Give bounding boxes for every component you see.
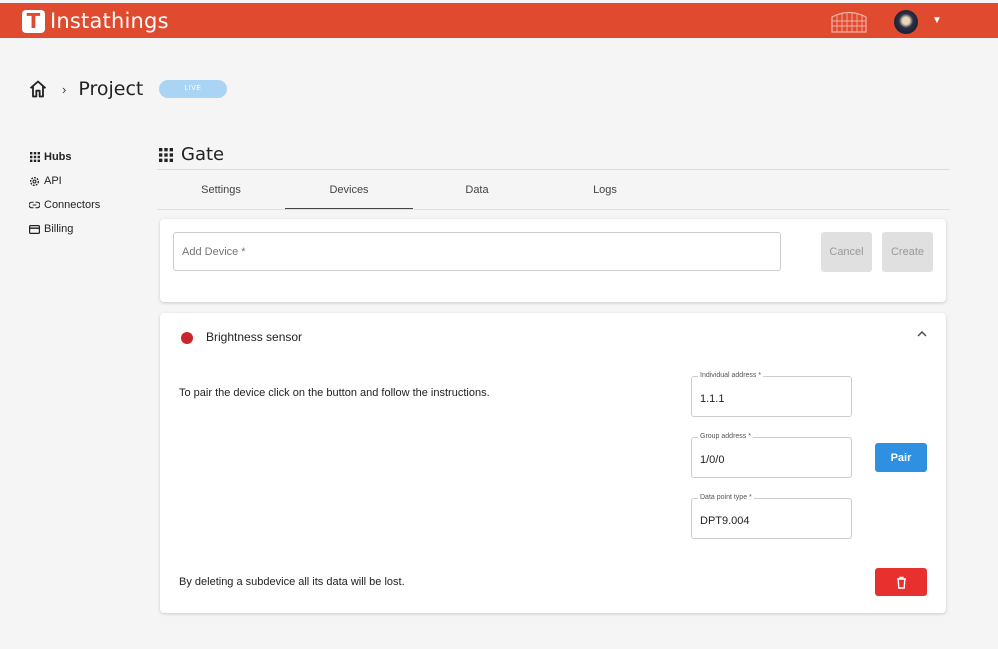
status-badge: LIVE [159, 80, 227, 98]
top-bar: T Instathings ▼ [0, 3, 998, 38]
divider [157, 209, 950, 210]
data-point-type-field[interactable]: Data point type * DPT9.004 [691, 494, 852, 539]
sidebar-item-label: Connectors [44, 199, 101, 211]
sidebar-item-label: API [44, 175, 62, 187]
individual-address-field[interactable]: Individual address * 1.1.1 [691, 372, 852, 417]
delete-button[interactable] [875, 568, 927, 596]
sidebar-item-hubs[interactable]: Hubs [29, 145, 100, 169]
field-value: 1/0/0 [700, 454, 725, 466]
cancel-button[interactable]: Cancel [821, 232, 872, 272]
hub-header: Gate [159, 144, 224, 165]
home-icon[interactable] [28, 79, 48, 99]
grid-icon [159, 147, 173, 162]
colosseum-icon [831, 11, 867, 33]
trash-icon [896, 576, 906, 589]
group-address-field[interactable]: Group address * 1/0/0 [691, 433, 852, 478]
device-card: Brightness sensor To pair the device cli… [160, 313, 946, 613]
pair-button[interactable]: Pair [875, 443, 927, 472]
card-icon [29, 224, 40, 235]
sidebar-item-api[interactable]: API [29, 169, 100, 193]
tab-data[interactable]: Data [413, 176, 541, 209]
chevron-down-icon[interactable]: ▼ [932, 15, 942, 26]
add-device-card: Cancel Create [160, 219, 946, 302]
tab-bar: Settings Devices Data Logs [157, 176, 669, 209]
hub-title: Gate [181, 144, 225, 165]
sidebar-item-label: Hubs [44, 151, 72, 163]
tab-logs[interactable]: Logs [541, 176, 669, 209]
pair-instructions: To pair the device click on the button a… [179, 387, 490, 399]
field-label: Group address * [698, 433, 753, 440]
link-icon [29, 200, 40, 211]
sidebar-item-connectors[interactable]: Connectors [29, 193, 100, 217]
sidebar-item-billing[interactable]: Billing [29, 217, 100, 241]
field-label: Data point type * [698, 494, 754, 501]
field-value: DPT9.004 [700, 515, 750, 527]
user-avatar[interactable] [894, 10, 918, 34]
create-button[interactable]: Create [882, 232, 933, 272]
tab-settings[interactable]: Settings [157, 176, 285, 209]
grid-icon [29, 152, 40, 163]
page-title: Project [78, 78, 144, 100]
status-indicator [181, 332, 193, 344]
field-label: Individual address * [698, 372, 764, 379]
logo-mark: T [22, 9, 45, 33]
field-value: 1.1.1 [700, 393, 725, 405]
divider [157, 169, 950, 170]
breadcrumb-separator: › [62, 81, 67, 97]
device-name: Brightness sensor [206, 330, 303, 344]
app-name: Instathings [50, 9, 169, 33]
app-logo[interactable]: T Instathings [22, 9, 169, 33]
sidebar-item-label: Billing [44, 223, 74, 235]
delete-warning: By deleting a subdevice all its data wil… [179, 576, 405, 588]
breadcrumb: › Project LIVE [28, 78, 227, 100]
chevron-up-icon[interactable] [917, 330, 927, 338]
sidebar: Hubs API Connectors Billing [29, 145, 100, 241]
gear-icon [29, 176, 40, 187]
tab-devices[interactable]: Devices [285, 176, 413, 209]
add-device-input[interactable] [173, 232, 781, 271]
